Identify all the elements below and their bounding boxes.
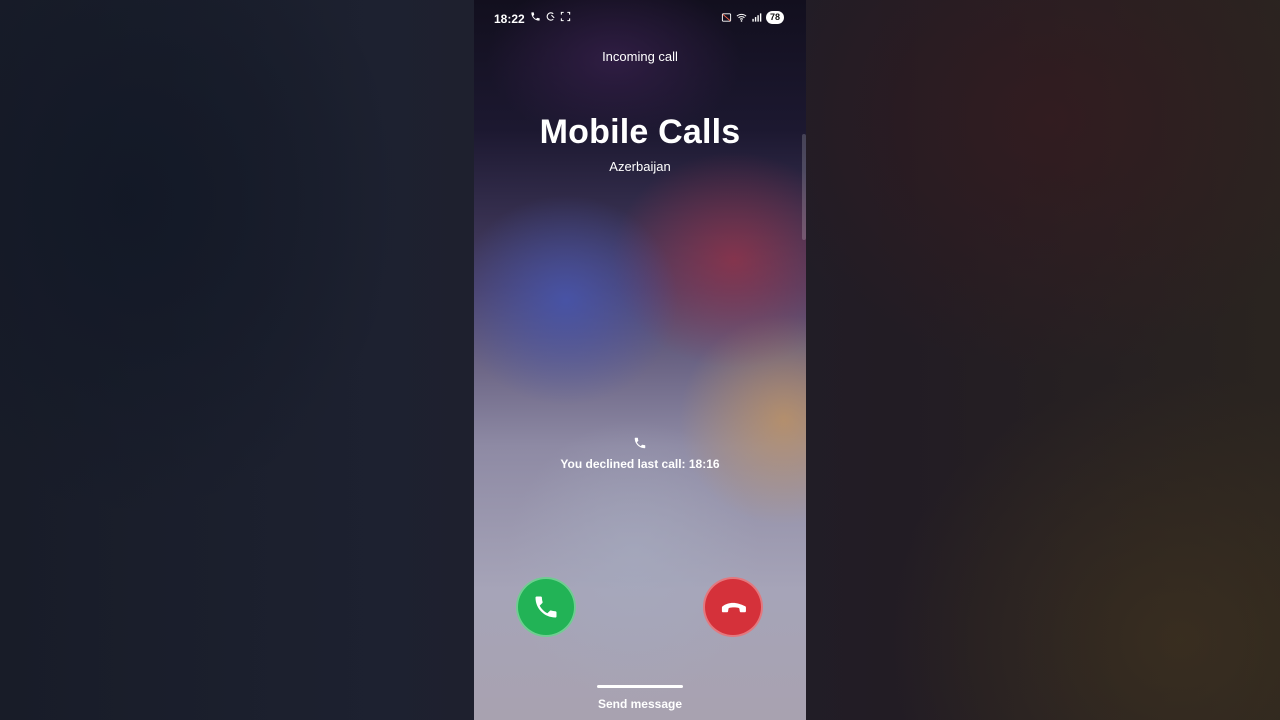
caller-location: Azerbaijan (609, 159, 671, 174)
last-call-note: You declined last call: 18:16 (560, 457, 720, 471)
signal-icon (752, 13, 762, 22)
edge-panel-handle[interactable] (802, 134, 806, 240)
phone-icon (634, 437, 646, 449)
incoming-call-label: Incoming call (602, 49, 678, 64)
send-message-button[interactable]: Send message (474, 697, 806, 711)
phone-icon (535, 596, 557, 618)
phone-hangup-icon (721, 602, 746, 613)
caller-name: Mobile Calls (539, 113, 741, 151)
status-bar: 18:22 78 (474, 0, 806, 38)
wifi-icon (736, 13, 747, 22)
gesture-bar[interactable] (597, 685, 683, 688)
status-left-icons (530, 11, 571, 22)
accept-call-button[interactable] (516, 577, 576, 637)
no-sim-icon (721, 13, 732, 22)
moon-crescent-icon (546, 12, 555, 21)
phone-icon (531, 12, 540, 21)
battery-level: 78 (765, 11, 784, 24)
status-right-icons: 78 (721, 11, 784, 24)
status-time: 18:22 (494, 12, 525, 26)
incoming-call-screen: 18:22 78 Incoming call Mobile Calls Azer… (474, 0, 806, 720)
screenshot-frame-icon (560, 11, 571, 22)
decline-call-button[interactable] (703, 577, 763, 637)
